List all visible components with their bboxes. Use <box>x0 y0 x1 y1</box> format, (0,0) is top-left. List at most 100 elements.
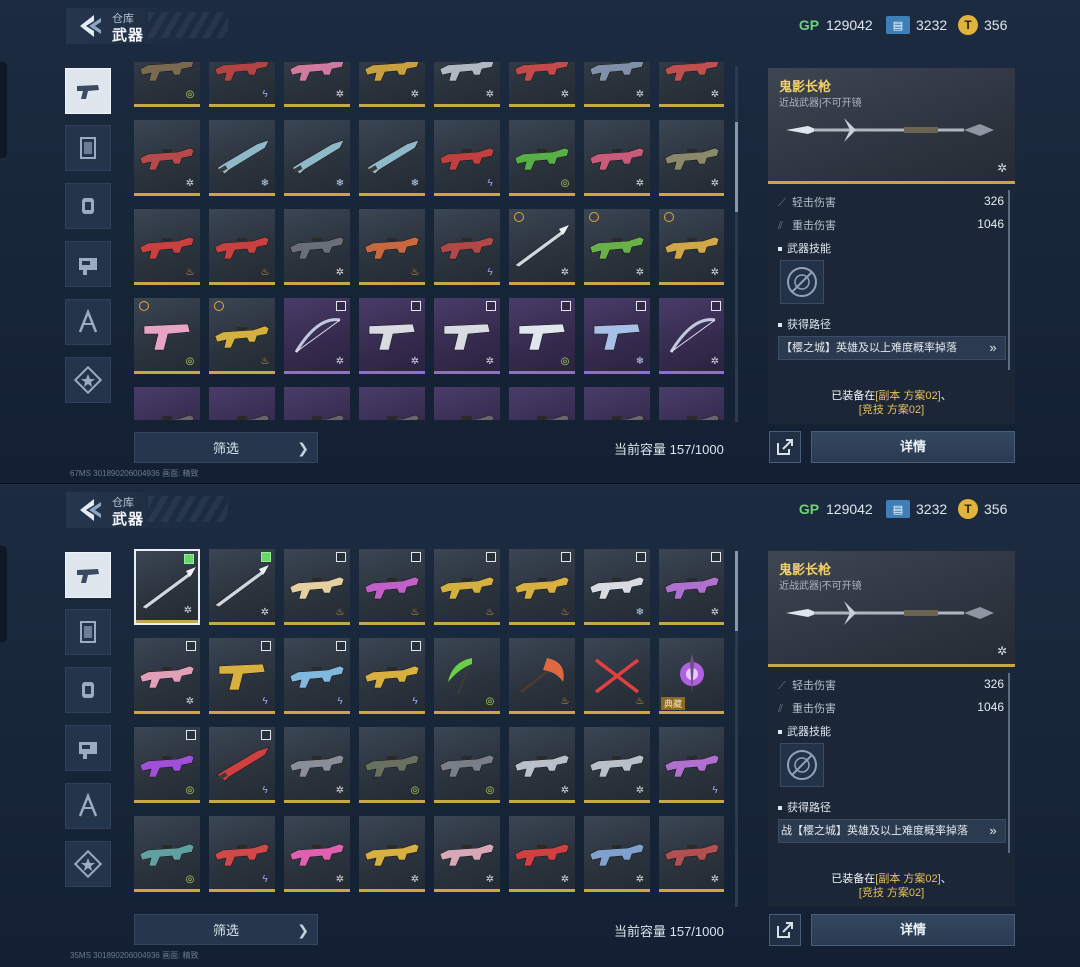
select-checkbox[interactable] <box>411 641 421 651</box>
weapon-slot[interactable]: ✲ <box>584 209 650 285</box>
currency-2[interactable]: ▤ 3232 <box>886 496 947 522</box>
weapon-slot[interactable]: ✲ <box>359 62 425 107</box>
weapon-slot[interactable]: ✲ <box>659 816 724 892</box>
weapon-slot[interactable]: ◎ <box>509 298 575 374</box>
select-checkbox[interactable] <box>184 554 194 564</box>
category-grenade[interactable] <box>65 667 111 713</box>
weapon-skill-slot[interactable] <box>780 260 824 304</box>
select-checkbox[interactable] <box>711 301 721 311</box>
equipped-loadout-1[interactable]: [副本 方案02] <box>875 390 940 402</box>
weapon-slot[interactable]: ✲ <box>584 62 650 107</box>
select-checkbox[interactable] <box>411 301 421 311</box>
weapon-slot[interactable]: ◎ <box>134 298 200 374</box>
weapon-slot[interactable]: ♨ <box>359 209 425 285</box>
weapon-slot[interactable]: ✲ <box>134 638 200 714</box>
weapon-slot[interactable]: ✲ <box>134 120 200 196</box>
equipped-loadout-1[interactable]: [副本 方案02] <box>875 873 940 885</box>
category-pistol[interactable] <box>65 68 111 114</box>
weapon-slot[interactable]: ϟ <box>659 727 724 803</box>
select-checkbox[interactable] <box>186 730 196 740</box>
category-badge[interactable] <box>65 841 111 887</box>
weapon-slot[interactable]: ✲ <box>284 298 350 374</box>
weapon-slot[interactable]: ϟ <box>359 638 425 714</box>
weapon-slot[interactable]: ◎ <box>509 120 575 196</box>
grid-scrollbar[interactable] <box>735 66 738 422</box>
weapon-slot[interactable] <box>659 387 724 420</box>
details-button[interactable]: 详情 <box>811 914 1015 946</box>
weapon-slot[interactable]: ✲ <box>584 816 650 892</box>
weapon-slot[interactable]: ϟ <box>209 62 275 107</box>
weapon-skill-slot[interactable] <box>780 743 824 787</box>
category-device[interactable] <box>65 725 111 771</box>
weapon-slot[interactable]: ✲ <box>134 549 200 625</box>
select-checkbox[interactable] <box>261 641 271 651</box>
double-chevron-right-icon[interactable]: » <box>981 337 1005 359</box>
weapon-slot[interactable]: ✲ <box>434 816 500 892</box>
weapon-slot[interactable]: ◎ <box>434 638 500 714</box>
weapon-slot[interactable] <box>434 387 500 420</box>
weapon-slot[interactable]: ❄ <box>584 298 650 374</box>
currency-1[interactable]: GP 129042 <box>798 12 873 38</box>
weapon-slot[interactable] <box>284 387 350 420</box>
weapon-slot[interactable]: ✲ <box>659 209 724 285</box>
weapon-slot[interactable]: ♨ <box>434 549 500 625</box>
weapon-slot[interactable]: ✲ <box>509 727 575 803</box>
category-card[interactable] <box>65 609 111 655</box>
weapon-slot[interactable]: ◎ <box>434 727 500 803</box>
category-grenade[interactable] <box>65 183 111 229</box>
select-checkbox[interactable] <box>711 552 721 562</box>
side-handle[interactable] <box>0 546 7 642</box>
category-card[interactable] <box>65 125 111 171</box>
weapon-slot[interactable]: ϟ <box>209 638 275 714</box>
weapon-slot[interactable]: ♨ <box>509 549 575 625</box>
weapon-slot[interactable]: ✲ <box>434 62 500 107</box>
weapon-slot[interactable]: ϟ <box>209 816 275 892</box>
weapon-slot[interactable]: ❄ <box>209 120 275 196</box>
weapon-slot[interactable] <box>584 387 650 420</box>
equipped-loadout-2[interactable]: [竞技 方案02] <box>859 404 924 416</box>
weapon-slot[interactable]: ♨ <box>509 638 575 714</box>
weapon-slot[interactable]: ✲ <box>209 549 275 625</box>
grid-scrollbar[interactable] <box>735 551 738 907</box>
weapon-slot[interactable]: 典藏 <box>659 638 724 714</box>
scroll-thumb[interactable] <box>735 122 738 212</box>
category-character[interactable] <box>65 299 111 345</box>
weapon-slot[interactable]: ✲ <box>284 62 350 107</box>
share-button[interactable] <box>769 431 801 463</box>
back-button[interactable] <box>74 12 104 40</box>
share-button[interactable] <box>769 914 801 946</box>
select-checkbox[interactable] <box>486 301 496 311</box>
weapon-slot[interactable] <box>209 387 275 420</box>
select-checkbox[interactable] <box>561 301 571 311</box>
select-checkbox[interactable] <box>336 301 346 311</box>
weapon-slot[interactable]: ✲ <box>659 549 724 625</box>
side-handle[interactable] <box>0 62 7 158</box>
weapon-slot[interactable]: ✲ <box>659 120 724 196</box>
select-checkbox[interactable] <box>336 641 346 651</box>
weapon-slot[interactable]: ✲ <box>359 298 425 374</box>
double-chevron-right-icon[interactable]: » <box>981 820 1005 842</box>
weapon-slot[interactable]: ◎ <box>359 727 425 803</box>
select-checkbox[interactable] <box>636 301 646 311</box>
weapon-slot[interactable]: ϟ <box>284 638 350 714</box>
weapon-slot[interactable]: ✲ <box>434 298 500 374</box>
scroll-thumb[interactable] <box>735 551 738 631</box>
select-checkbox[interactable] <box>411 552 421 562</box>
weapon-slot[interactable]: ✲ <box>509 209 575 285</box>
filter-button[interactable]: 筛选 ❯ <box>134 432 318 463</box>
weapon-slot[interactable]: ♨ <box>359 549 425 625</box>
weapon-slot[interactable]: ❄ <box>584 549 650 625</box>
select-checkbox[interactable] <box>261 552 271 562</box>
select-checkbox[interactable] <box>636 552 646 562</box>
weapon-slot[interactable] <box>359 387 425 420</box>
currency-1[interactable]: GP 129042 <box>798 496 873 522</box>
category-character[interactable] <box>65 783 111 829</box>
back-button[interactable] <box>74 496 104 524</box>
currency-3[interactable]: T 356 <box>958 12 1007 38</box>
weapon-slot[interactable]: ◎ <box>134 62 200 107</box>
select-checkbox[interactable] <box>186 641 196 651</box>
weapon-slot[interactable]: ♨ <box>209 298 275 374</box>
acquire-path-row[interactable]: 【樱之城】英雄及以上难度概率掉落 » <box>778 336 1006 360</box>
weapon-slot[interactable]: ♨ <box>209 209 275 285</box>
weapon-slot[interactable]: ✲ <box>659 62 724 107</box>
